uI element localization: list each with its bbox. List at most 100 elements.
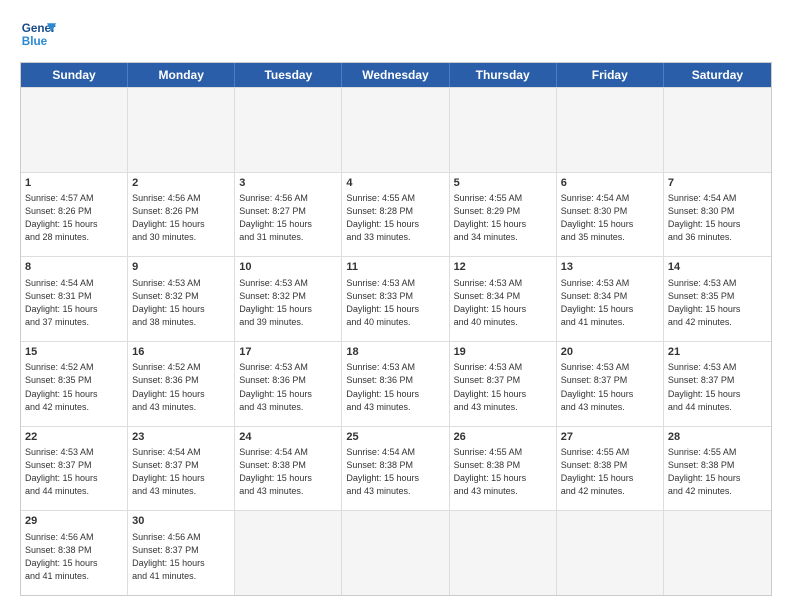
day-number: 8 (25, 260, 123, 275)
logo: General Blue (20, 16, 56, 52)
day-number: 3 (239, 176, 337, 191)
calendar-cell (128, 88, 235, 172)
day-info: Sunrise: 4:56 AM Sunset: 8:26 PM Dayligh… (132, 192, 230, 244)
day-info: Sunrise: 4:53 AM Sunset: 8:34 PM Dayligh… (561, 277, 659, 329)
calendar-cell: 19Sunrise: 4:53 AM Sunset: 8:37 PM Dayli… (450, 342, 557, 426)
day-info: Sunrise: 4:54 AM Sunset: 8:38 PM Dayligh… (239, 446, 337, 498)
day-number: 16 (132, 345, 230, 360)
day-number: 22 (25, 430, 123, 445)
day-number: 25 (346, 430, 444, 445)
calendar-cell (664, 511, 771, 595)
calendar-cell: 27Sunrise: 4:55 AM Sunset: 8:38 PM Dayli… (557, 427, 664, 511)
day-info: Sunrise: 4:55 AM Sunset: 8:38 PM Dayligh… (561, 446, 659, 498)
day-info: Sunrise: 4:54 AM Sunset: 8:30 PM Dayligh… (668, 192, 767, 244)
day-number: 27 (561, 430, 659, 445)
day-info: Sunrise: 4:53 AM Sunset: 8:37 PM Dayligh… (454, 361, 552, 413)
day-number: 11 (346, 260, 444, 275)
calendar-body: 1Sunrise: 4:57 AM Sunset: 8:26 PM Daylig… (21, 87, 771, 595)
header-day-monday: Monday (128, 63, 235, 87)
day-info: Sunrise: 4:55 AM Sunset: 8:38 PM Dayligh… (668, 446, 767, 498)
day-number: 7 (668, 176, 767, 191)
calendar-cell (450, 511, 557, 595)
logo-icon: General Blue (20, 16, 56, 52)
calendar-cell: 25Sunrise: 4:54 AM Sunset: 8:38 PM Dayli… (342, 427, 449, 511)
header: General Blue (20, 16, 772, 52)
calendar-cell: 18Sunrise: 4:53 AM Sunset: 8:36 PM Dayli… (342, 342, 449, 426)
day-info: Sunrise: 4:52 AM Sunset: 8:35 PM Dayligh… (25, 361, 123, 413)
calendar-cell: 11Sunrise: 4:53 AM Sunset: 8:33 PM Dayli… (342, 257, 449, 341)
calendar: SundayMondayTuesdayWednesdayThursdayFrid… (20, 62, 772, 596)
day-info: Sunrise: 4:55 AM Sunset: 8:38 PM Dayligh… (454, 446, 552, 498)
day-number: 10 (239, 260, 337, 275)
calendar-header: SundayMondayTuesdayWednesdayThursdayFrid… (21, 63, 771, 87)
calendar-cell: 1Sunrise: 4:57 AM Sunset: 8:26 PM Daylig… (21, 173, 128, 257)
day-number: 18 (346, 345, 444, 360)
calendar-cell (235, 511, 342, 595)
calendar-cell: 7Sunrise: 4:54 AM Sunset: 8:30 PM Daylig… (664, 173, 771, 257)
day-number: 6 (561, 176, 659, 191)
day-number: 4 (346, 176, 444, 191)
calendar-cell (21, 88, 128, 172)
calendar-week-2: 8 Sunrise: 4:54 AM Sunset: 8:31 PM Daylig… (21, 256, 771, 341)
day-number: 12 (454, 260, 552, 275)
header-day-sunday: Sunday (21, 63, 128, 87)
day-info: Sunrise: 4:54 AM Sunset: 8:30 PM Dayligh… (561, 192, 659, 244)
calendar-cell: 5Sunrise: 4:55 AM Sunset: 8:29 PM Daylig… (450, 173, 557, 257)
day-info: Sunrise: 4:53 AM Sunset: 8:34 PM Dayligh… (454, 277, 552, 329)
calendar-cell: 28Sunrise: 4:55 AM Sunset: 8:38 PM Dayli… (664, 427, 771, 511)
header-day-wednesday: Wednesday (342, 63, 449, 87)
day-info: Sunrise: 4:53 AM Sunset: 8:36 PM Dayligh… (346, 361, 444, 413)
calendar-cell (342, 511, 449, 595)
day-number: 24 (239, 430, 337, 445)
calendar-cell: 6Sunrise: 4:54 AM Sunset: 8:30 PM Daylig… (557, 173, 664, 257)
calendar-cell: 22Sunrise: 4:53 AM Sunset: 8:37 PM Dayli… (21, 427, 128, 511)
header-day-saturday: Saturday (664, 63, 771, 87)
calendar-cell: 20Sunrise: 4:53 AM Sunset: 8:37 PM Dayli… (557, 342, 664, 426)
day-info: Sunrise: 4:53 AM Sunset: 8:32 PM Dayligh… (239, 277, 337, 329)
day-info: Sunrise: 4:56 AM Sunset: 8:27 PM Dayligh… (239, 192, 337, 244)
day-info: Sunrise: 4:53 AM Sunset: 8:37 PM Dayligh… (668, 361, 767, 413)
day-info: Sunrise: 4:54 AM Sunset: 8:38 PM Dayligh… (346, 446, 444, 498)
day-info: Sunrise: 4:53 AM Sunset: 8:37 PM Dayligh… (561, 361, 659, 413)
day-info: Sunrise: 4:54 AM Sunset: 8:31 PM Dayligh… (25, 277, 123, 329)
day-info: Sunrise: 4:55 AM Sunset: 8:29 PM Dayligh… (454, 192, 552, 244)
day-number: 1 (25, 176, 123, 191)
page: General Blue SundayMondayTuesdayWednesda… (0, 0, 792, 612)
day-number: 9 (132, 260, 230, 275)
calendar-week-4: 22Sunrise: 4:53 AM Sunset: 8:37 PM Dayli… (21, 426, 771, 511)
calendar-cell (557, 511, 664, 595)
calendar-cell: 16Sunrise: 4:52 AM Sunset: 8:36 PM Dayli… (128, 342, 235, 426)
day-number: 21 (668, 345, 767, 360)
day-info: Sunrise: 4:56 AM Sunset: 8:38 PM Dayligh… (25, 531, 123, 583)
day-number: 20 (561, 345, 659, 360)
day-info: Sunrise: 4:53 AM Sunset: 8:35 PM Dayligh… (668, 277, 767, 329)
calendar-cell (664, 88, 771, 172)
calendar-week-0 (21, 87, 771, 172)
calendar-week-1: 1Sunrise: 4:57 AM Sunset: 8:26 PM Daylig… (21, 172, 771, 257)
day-info: Sunrise: 4:56 AM Sunset: 8:37 PM Dayligh… (132, 531, 230, 583)
calendar-cell: 2Sunrise: 4:56 AM Sunset: 8:26 PM Daylig… (128, 173, 235, 257)
calendar-cell: 15Sunrise: 4:52 AM Sunset: 8:35 PM Dayli… (21, 342, 128, 426)
calendar-cell: 24Sunrise: 4:54 AM Sunset: 8:38 PM Dayli… (235, 427, 342, 511)
day-number: 29 (25, 514, 123, 529)
calendar-cell: 23Sunrise: 4:54 AM Sunset: 8:37 PM Dayli… (128, 427, 235, 511)
calendar-cell: 9Sunrise: 4:53 AM Sunset: 8:32 PM Daylig… (128, 257, 235, 341)
calendar-cell: 8 Sunrise: 4:54 AM Sunset: 8:31 PM Daylig… (21, 257, 128, 341)
day-number: 2 (132, 176, 230, 191)
calendar-cell (235, 88, 342, 172)
day-number: 17 (239, 345, 337, 360)
calendar-cell: 12 Sunrise: 4:53 AM Sunset: 8:34 PM Dayli… (450, 257, 557, 341)
calendar-cell: 3Sunrise: 4:56 AM Sunset: 8:27 PM Daylig… (235, 173, 342, 257)
calendar-cell: 10 Sunrise: 4:53 AM Sunset: 8:32 PM Dayli… (235, 257, 342, 341)
calendar-cell: 29 Sunrise: 4:56 AM Sunset: 8:38 PM Dayli… (21, 511, 128, 595)
calendar-cell: 26Sunrise: 4:55 AM Sunset: 8:38 PM Dayli… (450, 427, 557, 511)
header-day-thursday: Thursday (450, 63, 557, 87)
day-info: Sunrise: 4:57 AM Sunset: 8:26 PM Dayligh… (25, 192, 123, 244)
day-number: 15 (25, 345, 123, 360)
day-number: 13 (561, 260, 659, 275)
calendar-cell: 17Sunrise: 4:53 AM Sunset: 8:36 PM Dayli… (235, 342, 342, 426)
calendar-cell (342, 88, 449, 172)
day-number: 5 (454, 176, 552, 191)
day-info: Sunrise: 4:52 AM Sunset: 8:36 PM Dayligh… (132, 361, 230, 413)
calendar-cell: 13 Sunrise: 4:53 AM Sunset: 8:34 PM Dayli… (557, 257, 664, 341)
